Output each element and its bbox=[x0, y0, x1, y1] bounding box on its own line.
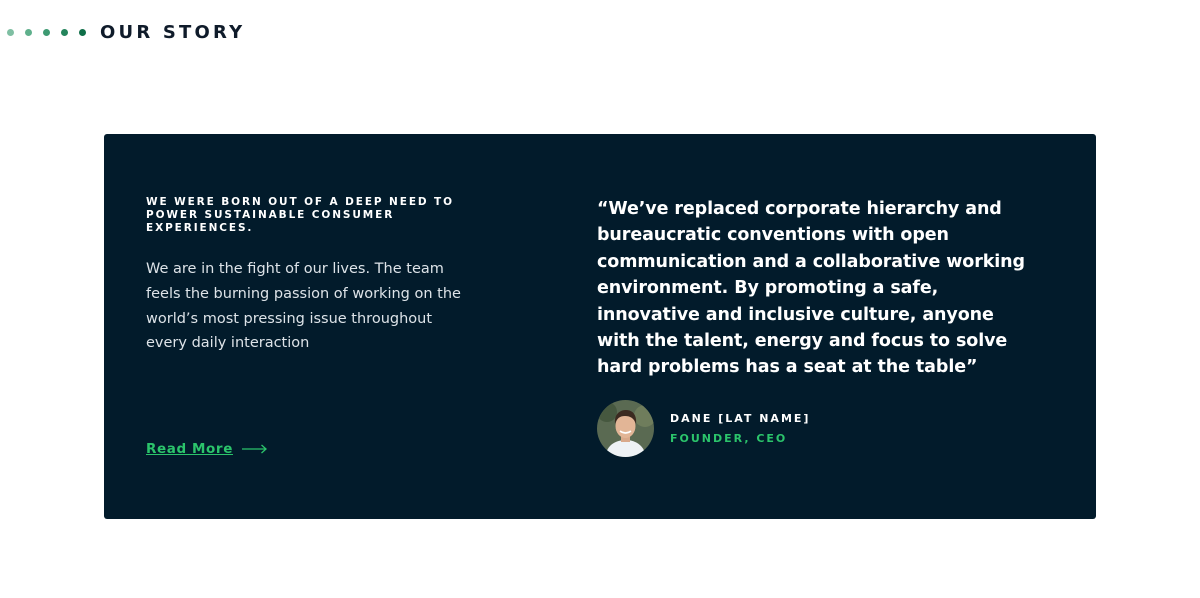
dot-icon bbox=[61, 29, 68, 36]
story-card: WE WERE BORN OUT OF A DEEP NEED TO POWER… bbox=[104, 134, 1096, 519]
decorative-dots bbox=[7, 29, 97, 36]
testimonial-author: DANE [LAT NAME] FOUNDER, CEO bbox=[597, 400, 810, 457]
dot-icon bbox=[7, 29, 14, 36]
read-more-link[interactable]: Read More bbox=[146, 439, 268, 458]
person-avatar-icon bbox=[597, 400, 654, 457]
arrow-right-icon bbox=[241, 439, 268, 458]
story-intro: WE WERE BORN OUT OF A DEEP NEED TO POWER… bbox=[146, 196, 526, 356]
story-eyebrow: WE WERE BORN OUT OF A DEEP NEED TO POWER… bbox=[146, 196, 454, 234]
author-info: DANE [LAT NAME] FOUNDER, CEO bbox=[670, 412, 810, 446]
dot-icon bbox=[43, 29, 50, 36]
story-body: We are in the fight of our lives. The te… bbox=[146, 261, 461, 352]
read-more-label: Read More bbox=[146, 440, 233, 457]
section-header: OUR STORY bbox=[0, 22, 245, 43]
dot-icon bbox=[79, 29, 86, 36]
testimonial-quote: “We’ve replaced corporate hierarchy and … bbox=[597, 199, 1025, 378]
section-title: OUR STORY bbox=[100, 22, 246, 43]
dot-icon bbox=[25, 29, 32, 36]
author-name: DANE [LAT NAME] bbox=[670, 411, 811, 425]
author-role: FOUNDER, CEO bbox=[670, 431, 788, 445]
